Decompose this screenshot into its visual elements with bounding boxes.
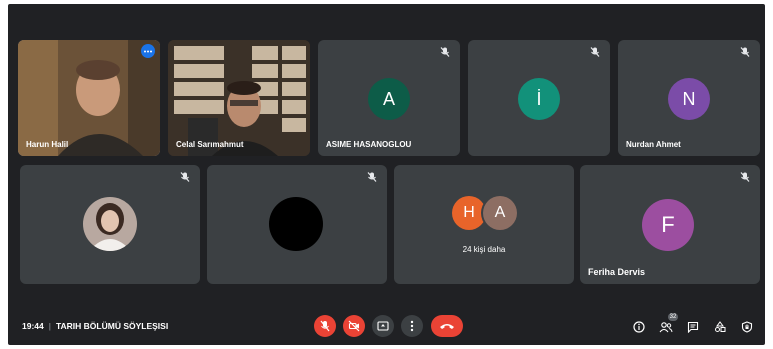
participant-name: Celal Sarımahmut <box>176 140 244 149</box>
avatar-i: İ <box>518 78 560 120</box>
video-feed-celal <box>168 40 310 156</box>
leave-call-button[interactable] <box>431 315 463 337</box>
mic-off-icon <box>440 47 450 57</box>
more-participants-label: 24 kişi daha <box>462 245 506 254</box>
profile-photo <box>83 197 137 251</box>
participant-name: Nurdan Ahmet <box>626 140 681 149</box>
participant-tile-harun[interactable]: Harun Halil <box>18 40 160 156</box>
mic-off-icon <box>590 47 600 57</box>
meeting-title: TARIH BÖLÜMÜ SÖYLEŞISI <box>55 321 169 331</box>
participant-name: Feriha Dervis <box>588 267 646 277</box>
mic-off-icon <box>367 172 377 182</box>
camera-toggle-button[interactable] <box>343 315 365 337</box>
separator: | <box>48 321 51 331</box>
mic-toggle-button[interactable] <box>314 315 336 337</box>
participant-name: ASIME HASANOGLOU <box>326 140 412 149</box>
host-controls-button[interactable] <box>740 320 754 334</box>
more-options-menu-button[interactable] <box>401 315 423 337</box>
participant-tile-i[interactable]: İ <box>468 40 610 156</box>
more-options-button[interactable] <box>141 44 155 58</box>
mic-off-icon <box>180 172 190 182</box>
participant-tile-asime[interactable]: A ASIME HASANOGLOU <box>318 40 460 156</box>
more-horizontal-icon <box>144 50 152 52</box>
meeting-time: 19:44 <box>22 321 44 331</box>
info-icon <box>633 321 645 333</box>
more-vertical-icon <box>410 320 414 332</box>
chat-icon <box>687 321 699 333</box>
meet-window: Harun Halil Celal Sarımahmut A ASIME HAS… <box>8 4 765 345</box>
mic-off-icon <box>740 172 750 182</box>
present-screen-button[interactable] <box>372 315 394 337</box>
present-screen-icon <box>377 321 389 331</box>
participant-tile-feriha[interactable]: F Feriha Dervis <box>580 165 760 284</box>
people-icon <box>659 322 673 333</box>
participant-tile-nurdan[interactable]: N Nurdan Ahmet <box>618 40 760 156</box>
activities-button[interactable] <box>713 320 727 334</box>
avatar-n: N <box>668 78 710 120</box>
people-count-badge: 32 <box>668 313 678 321</box>
hang-up-icon <box>440 324 454 329</box>
participant-name: Harun Halil <box>26 140 69 149</box>
video-feed-harun <box>18 40 160 156</box>
shield-lock-icon <box>741 321 753 333</box>
avatar-a-small: A <box>483 196 517 230</box>
meeting-info: 19:44 | TARIH BÖLÜMÜ SÖYLEŞISI <box>22 321 168 331</box>
control-bar: 19:44 | TARIH BÖLÜMÜ SÖYLEŞISI 32 <box>8 301 765 345</box>
participant-tile-photo[interactable] <box>20 165 200 284</box>
mic-off-icon <box>320 320 330 332</box>
people-button[interactable] <box>659 320 673 334</box>
meeting-details-button[interactable] <box>632 320 646 334</box>
avatar-f: F <box>642 199 694 251</box>
more-participants-tile[interactable]: H A 24 kişi daha <box>394 165 574 284</box>
participant-tile-black[interactable] <box>207 165 387 284</box>
activities-icon <box>715 321 726 332</box>
participant-tile-celal[interactable]: Celal Sarımahmut <box>168 40 310 156</box>
avatar-h: H <box>452 196 486 230</box>
avatar-a: A <box>368 78 410 120</box>
avatar-black <box>269 197 323 251</box>
chat-button[interactable] <box>686 320 700 334</box>
camera-off-icon <box>348 320 360 332</box>
mic-off-icon <box>740 47 750 57</box>
